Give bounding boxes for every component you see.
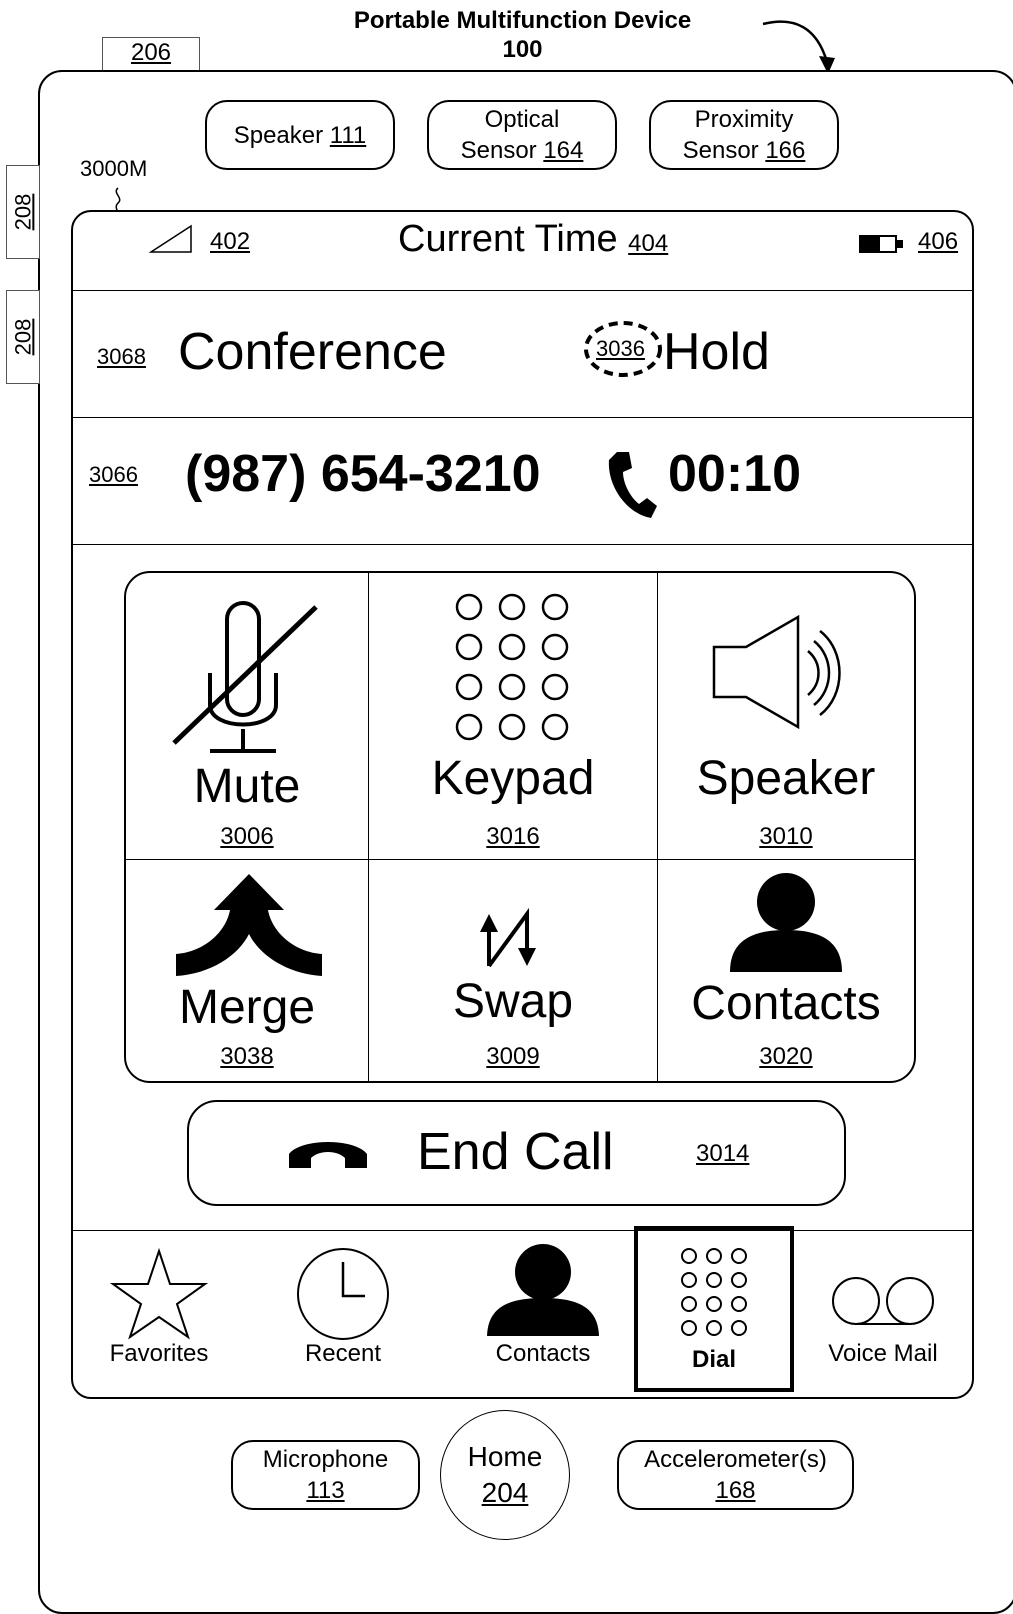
device-title-number: 100 — [502, 36, 543, 63]
phone-number: (987) 654-3210 — [185, 445, 541, 503]
keypad-icon — [455, 593, 569, 741]
contact-person-icon — [730, 873, 842, 972]
battery-icon — [859, 235, 903, 253]
tab-favorites[interactable]: Favorites — [89, 1242, 229, 1382]
speaker-hardware-num: 111 — [329, 121, 367, 149]
tab-contacts[interactable]: Contacts — [468, 1242, 618, 1382]
home-button[interactable]: Home 204 — [440, 1410, 570, 1540]
contacts-ref: 3020 — [759, 1043, 813, 1070]
end-call-button[interactable]: End Call 3014 — [187, 1100, 846, 1206]
keypad-icon — [681, 1248, 747, 1336]
battery-ref: 406 — [918, 228, 959, 255]
clock-icon — [297, 1248, 389, 1340]
accelerometer-hardware-label: Accelerometer(s) — [644, 1446, 827, 1473]
hold-ref: 3036 — [596, 336, 645, 361]
current-time-ref: 404 — [628, 230, 669, 257]
proximity-sensor: Proximity Sensor 166 — [649, 100, 839, 170]
side-button-208-top[interactable]: 208 — [6, 165, 40, 259]
optical-sensor: Optical Sensor 164 — [427, 100, 617, 170]
ref-206-box: 206 — [102, 37, 200, 71]
mute-microphone-icon — [172, 601, 318, 753]
contacts-button[interactable]: Contacts 3020 — [658, 860, 914, 1081]
mute-ref: 3006 — [220, 823, 274, 850]
speaker-label: Speaker — [696, 752, 876, 805]
current-time-label: Current Time — [398, 218, 629, 260]
keypad-ref: 3016 — [486, 823, 540, 850]
voicemail-icon — [832, 1277, 934, 1325]
signal-ref: 402 — [210, 228, 251, 255]
ref-206-label: 206 — [130, 39, 172, 66]
speaker-hardware: Speaker 111 — [205, 100, 395, 170]
home-button-num: 204 — [481, 1477, 529, 1508]
keypad-button[interactable]: Keypad 3016 — [369, 573, 658, 860]
merge-arrow-icon — [176, 874, 322, 976]
tab-voice-mail-label: Voice Mail — [828, 1340, 938, 1367]
speaker-ref: 3010 — [759, 823, 813, 850]
accelerometer-hardware-num: 168 — [715, 1477, 756, 1504]
speaker-hardware-text: Speaker — [233, 121, 330, 149]
phone-handset-icon — [608, 452, 657, 518]
mute-button[interactable]: Mute 3006 — [126, 573, 369, 860]
merge-ref: 3038 — [220, 1043, 274, 1070]
current-time: Current Time 404 — [398, 218, 668, 261]
side-button-208-bottom-label: 208 — [10, 318, 35, 356]
tab-recent[interactable]: Recent — [273, 1242, 413, 1382]
tab-dial[interactable]: Dial — [634, 1226, 794, 1392]
signal-strength-icon — [149, 224, 192, 253]
conference-ref: 3068 — [97, 344, 146, 369]
call-ref: 3066 — [89, 462, 138, 487]
merge-button[interactable]: Merge 3038 — [126, 860, 369, 1081]
swap-ref: 3009 — [486, 1043, 540, 1070]
microphone-hardware: Microphone 113 — [231, 1440, 420, 1510]
mute-label: Mute — [193, 760, 301, 813]
star-icon — [109, 1247, 209, 1340]
swap-button[interactable]: Swap 3009 — [369, 860, 658, 1081]
merge-label: Merge — [178, 981, 316, 1034]
end-call-label: End Call — [417, 1123, 614, 1181]
proximity-sensor-line1: Proximity — [694, 106, 794, 133]
pointer-arrow-icon — [762, 20, 835, 74]
swap-label: Swap — [452, 975, 574, 1028]
tab-contacts-label: Contacts — [495, 1340, 591, 1367]
proximity-sensor-text: Sensor — [682, 137, 766, 164]
divider — [73, 417, 972, 418]
keypad-label: Keypad — [431, 752, 595, 805]
device-title: Portable Multifunction Device 100 — [300, 6, 745, 64]
speaker-button[interactable]: Speaker 3010 — [658, 573, 914, 860]
proximity-sensor-num: 166 — [765, 137, 806, 164]
divider — [73, 290, 972, 291]
speaker-icon — [712, 614, 841, 730]
accelerometer-hardware: Accelerometer(s) 168 — [617, 1440, 854, 1510]
home-button-label: Home — [467, 1441, 543, 1472]
person-icon — [487, 1244, 599, 1336]
tab-dial-label: Dial — [691, 1346, 736, 1373]
contacts-label: Contacts — [691, 977, 881, 1030]
divider — [73, 1230, 972, 1231]
call-controls-grid: Mute 3006 Keypad 3016 Speaker 3010 Merge… — [124, 571, 916, 1083]
tab-favorites-label: Favorites — [109, 1340, 209, 1367]
optical-sensor-line1: Optical — [484, 106, 560, 133]
hold-button[interactable]: Hold — [663, 322, 770, 382]
optical-sensor-text: Sensor — [460, 137, 544, 164]
end-call-ref: 3014 — [696, 1140, 750, 1167]
microphone-hardware-label: Microphone — [262, 1446, 389, 1473]
screen-ref-label: 3000M — [80, 156, 148, 181]
side-button-208-bottom[interactable]: 208 — [6, 290, 40, 384]
hang-up-icon — [289, 1142, 367, 1168]
optical-sensor-num: 164 — [543, 137, 584, 164]
tab-voice-mail[interactable]: Voice Mail — [808, 1242, 958, 1382]
call-duration: 00:10 — [668, 445, 801, 503]
microphone-hardware-num: 113 — [306, 1477, 345, 1504]
conference-button[interactable]: Conference — [178, 322, 447, 382]
swap-arrows-icon — [480, 907, 536, 968]
device-title-name: Portable Multifunction Device — [353, 7, 692, 34]
side-button-208-top-label: 208 — [10, 193, 35, 231]
divider — [73, 544, 972, 545]
tab-recent-label: Recent — [304, 1340, 382, 1367]
